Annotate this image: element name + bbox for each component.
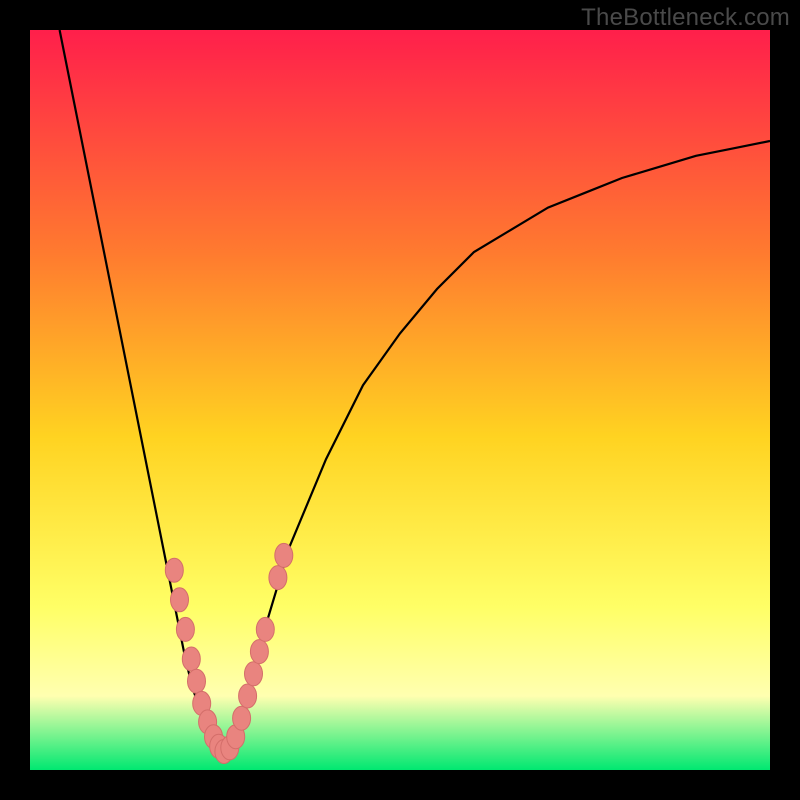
- chart-marker: [256, 617, 274, 641]
- chart-marker: [275, 543, 293, 567]
- chart-marker: [239, 684, 257, 708]
- chart-marker: [165, 558, 183, 582]
- chart-marker: [171, 588, 189, 612]
- chart-plot-area: [30, 30, 770, 770]
- chart-marker: [176, 617, 194, 641]
- outer-frame: TheBottleneck.com: [0, 0, 800, 800]
- chart-background-gradient: [30, 30, 770, 770]
- chart-marker: [250, 640, 268, 664]
- chart-marker: [233, 706, 251, 730]
- chart-marker: [188, 669, 206, 693]
- chart-marker: [269, 566, 287, 590]
- watermark-text: TheBottleneck.com: [581, 4, 790, 32]
- chart-svg: [30, 30, 770, 770]
- chart-marker: [182, 647, 200, 671]
- chart-marker: [245, 662, 263, 686]
